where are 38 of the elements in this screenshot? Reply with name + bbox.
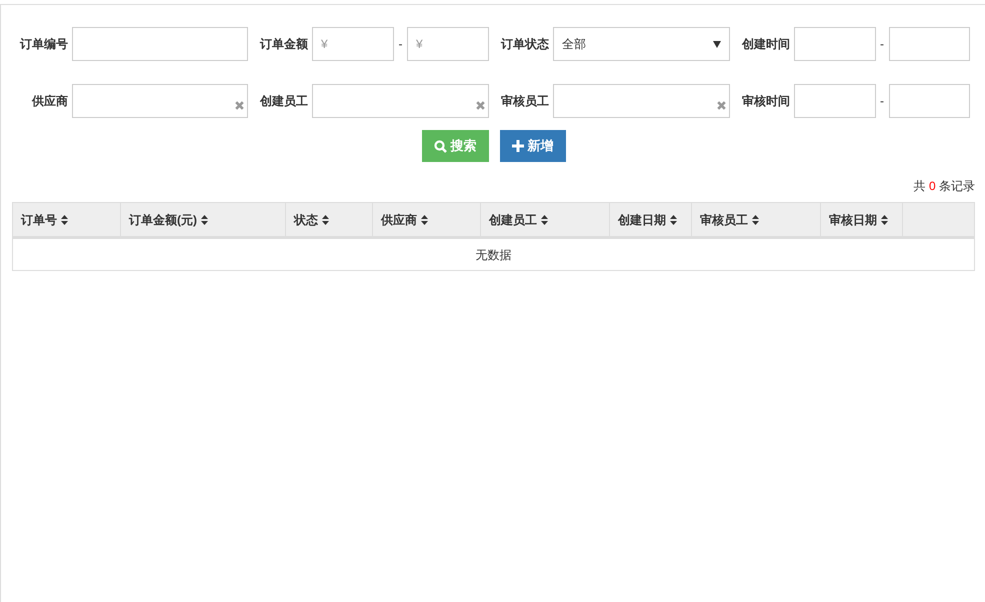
input-field[interactable]: [888, 27, 970, 61]
sort-icon: [421, 214, 428, 224]
search-icon: [434, 140, 446, 152]
input-field[interactable]: [312, 84, 489, 118]
field-label: 订单状态: [500, 36, 549, 53]
input-field[interactable]: [888, 84, 970, 118]
sort-icon: [670, 214, 677, 224]
field-label: 订单编号: [18, 36, 68, 53]
sort-icon: [322, 214, 329, 224]
add-button[interactable]: 新增: [500, 130, 566, 162]
field-label: 订单金额: [258, 36, 308, 53]
record-count-text: 共: [914, 179, 926, 193]
field-label: 创建时间: [740, 36, 790, 53]
sort-icon: [61, 214, 68, 224]
field-label: 创建员工: [258, 93, 308, 110]
range-separator: -: [879, 36, 885, 53]
range-separator: -: [398, 36, 404, 53]
select-field[interactable]: 全部: [553, 27, 730, 61]
sort-icon: [541, 214, 548, 224]
sort-icon: [881, 214, 888, 224]
sort-icon: [752, 214, 759, 224]
input-field[interactable]: [794, 27, 876, 61]
field-label: 供应商: [30, 93, 68, 110]
dropdown-caret-icon: [713, 40, 721, 48]
input-field[interactable]: [553, 84, 730, 118]
range-separator: -: [879, 93, 885, 110]
empty-message: 无数据: [12, 238, 974, 270]
record-count-text: 条记录: [939, 179, 975, 193]
plus-icon: [512, 140, 524, 152]
input-field[interactable]: ¥: [407, 27, 489, 61]
input-field[interactable]: [72, 27, 248, 61]
input-field[interactable]: ¥: [312, 27, 394, 61]
field-label: 审核时间: [741, 93, 790, 110]
field-label: 审核员工: [500, 93, 549, 110]
input-field[interactable]: [794, 84, 876, 118]
input-field[interactable]: [72, 84, 248, 118]
sort-icon: [201, 214, 208, 224]
record-count: 0: [928, 179, 936, 193]
